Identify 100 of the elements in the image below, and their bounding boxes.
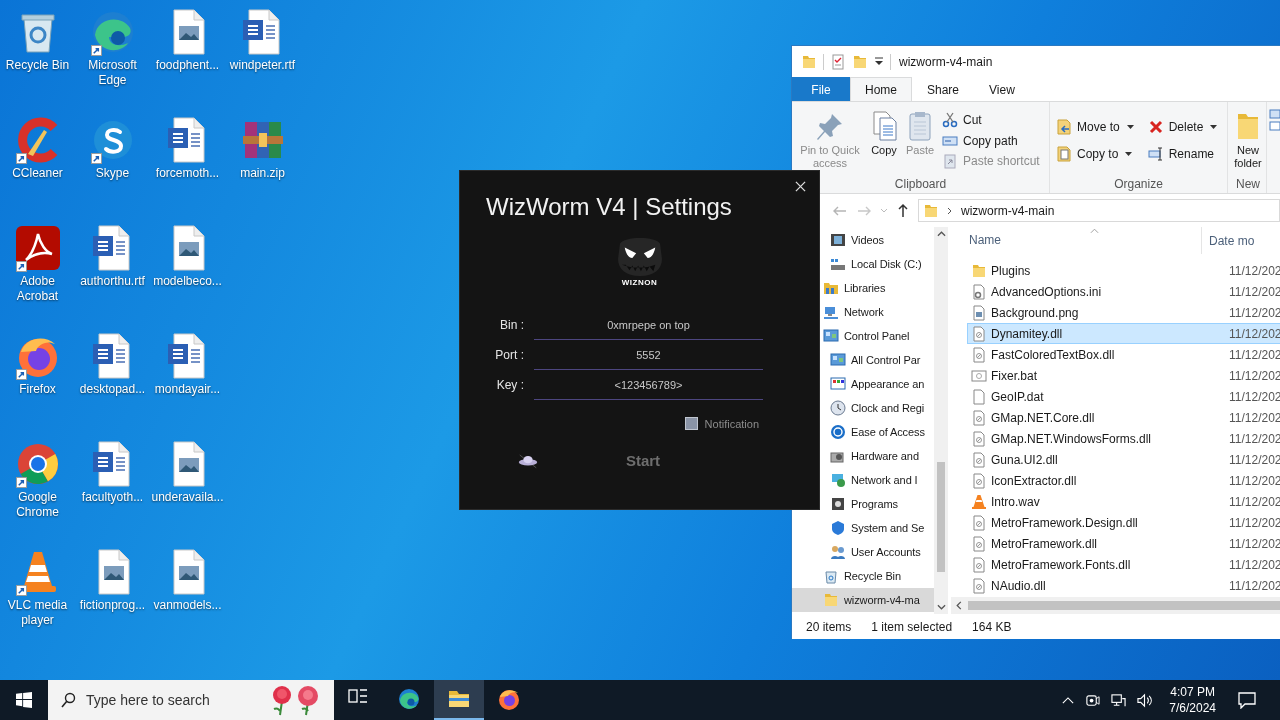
nav-item[interactable]: Control Panel: [792, 324, 934, 348]
scissors-button[interactable]: Cut: [940, 110, 1042, 129]
nav-item[interactable]: Network: [792, 300, 934, 324]
file-row[interactable]: NAudio.dll 11/12/202: [967, 575, 1280, 596]
file-row[interactable]: GMap.NET.WindowsForms.dll 11/12/202: [967, 428, 1280, 449]
folder-taskbar-button[interactable]: [434, 680, 484, 720]
ribbon-group-label: New: [1236, 176, 1260, 193]
notification-icon[interactable]: [1238, 691, 1256, 709]
nav-item[interactable]: Network and I: [792, 468, 934, 492]
desktop-icon-label: Microsoft Edge: [87, 58, 138, 88]
scroll-up-icon[interactable]: [936, 231, 946, 237]
file-row[interactable]: MetroFramework.Fonts.dll 11/12/202: [967, 554, 1280, 575]
trash-bin-icon: [823, 568, 839, 584]
field-label: Port :: [494, 347, 524, 364]
scrollbar-thumb[interactable]: [968, 601, 1280, 610]
file-row[interactable]: Dynamitey.dll 11/12/202: [967, 323, 1280, 344]
clock-time[interactable]: 4:07 PM: [1170, 684, 1215, 700]
move-button[interactable]: Move to: [1054, 117, 1136, 136]
nav-item[interactable]: Hardware and: [792, 444, 934, 468]
document-app-icon[interactable]: [13, 224, 62, 272]
rename-button[interactable]: Rename: [1145, 145, 1220, 164]
file-date: 11/12/202: [1228, 536, 1280, 551]
camera-icon[interactable]: [1085, 692, 1101, 708]
windows-logo-icon: [16, 692, 32, 708]
column-header[interactable]: Date mo: [1202, 233, 1255, 248]
address-bar[interactable]: wizworm-v4-main: [918, 199, 1280, 222]
text-field[interactable]: 0xmrpepe on top: [534, 310, 763, 340]
file-name: Plugins: [991, 263, 1031, 278]
shortcut-icon: [942, 153, 958, 170]
chevron-up-icon[interactable]: [1062, 696, 1075, 704]
dialog-title: WizWorm V4 | Settings: [486, 192, 732, 222]
nav-item[interactable]: Recycle Bin: [792, 564, 934, 588]
nav-item[interactable]: All Control Par: [792, 348, 934, 372]
new-folder-button[interactable]: New folder: [1230, 106, 1266, 175]
clock-date[interactable]: 7/6/2024: [1169, 700, 1216, 716]
copy-to-button[interactable]: Copy to: [1054, 145, 1136, 164]
file-row[interactable]: Fixer.bat 11/12/202: [967, 365, 1280, 386]
text-field[interactable]: 5552: [534, 340, 763, 370]
control-panel-icon: [823, 328, 839, 344]
ribbon-tab[interactable]: View: [974, 77, 1030, 101]
scrollbar[interactable]: [951, 597, 1280, 614]
close-icon[interactable]: [795, 181, 806, 192]
field-label: Key :: [495, 377, 524, 394]
search-field[interactable]: Type here to search: [86, 692, 258, 708]
file-name: FastColoredTextBox.dll: [991, 347, 1115, 362]
scrollbar[interactable]: [934, 227, 948, 614]
copy-button[interactable]: Copy: [866, 106, 902, 175]
start-button[interactable]: Start: [601, 448, 685, 472]
up-icon[interactable]: [896, 202, 910, 219]
file-row[interactable]: GMap.NET.Core.dll 11/12/202: [967, 407, 1280, 428]
accessibility-icon: [830, 424, 846, 440]
path-button[interactable]: Copy path: [940, 131, 1042, 150]
delete-button[interactable]: Delete: [1145, 117, 1220, 136]
nav-item[interactable]: Libraries: [792, 276, 934, 300]
nav-item[interactable]: Appearance an: [792, 372, 934, 396]
status-text: 20 items: [806, 619, 852, 634]
nav-item[interactable]: wizworm-v4-ma: [792, 588, 934, 612]
nav-item[interactable]: User Accounts: [792, 540, 934, 564]
window-title: wizworm-v4-main: [899, 54, 993, 69]
file-menu-tab[interactable]: File: [792, 77, 850, 101]
file-row[interactable]: Plugins 11/12/202: [967, 260, 1280, 281]
file-icon: [971, 388, 987, 405]
properties-icon[interactable]: [830, 53, 846, 70]
file-row[interactable]: GeoIP.dat 11/12/202: [967, 386, 1280, 407]
ribbon-tab[interactable]: Home: [850, 77, 912, 101]
file-row[interactable]: MetroFramework.Design.dll 11/12/202: [967, 512, 1280, 533]
file-row[interactable]: MetroFramework.dll 11/12/202: [967, 533, 1280, 554]
file-date: 11/12/202: [1228, 326, 1280, 341]
scroll-left-icon[interactable]: [956, 601, 962, 610]
nav-item[interactable]: Ease of Access: [792, 420, 934, 444]
file-date: 11/12/202: [1228, 557, 1280, 572]
volume-icon[interactable]: [1137, 692, 1153, 708]
nav-item[interactable]: Videos: [792, 228, 934, 252]
checkbox[interactable]: [684, 417, 698, 430]
column-header[interactable]: Name: [948, 227, 1202, 254]
file-row[interactable]: Intro.wav 11/12/202: [967, 491, 1280, 512]
file-name: Dynamitey.dll: [991, 326, 1063, 341]
network-icon[interactable]: [1111, 692, 1127, 708]
copy-to-icon: [1056, 146, 1072, 163]
swirl-app-icon: [397, 687, 421, 711]
file-row[interactable]: IconExtractor.dll 11/12/202: [967, 470, 1280, 491]
shield-icon: [830, 520, 846, 536]
file-row[interactable]: Background.png 11/12/202: [967, 302, 1280, 323]
nav-item[interactable]: Clock and Regi: [792, 396, 934, 420]
ribbon-group-label: Clipboard: [894, 176, 947, 193]
file-row[interactable]: AdvancedOptions.ini 11/12/202: [967, 281, 1280, 302]
desktop-icon-label: CCleaner: [12, 166, 63, 181]
file-row[interactable]: Guna.UI2.dll 11/12/202: [967, 449, 1280, 470]
ribbon-tab[interactable]: Share: [912, 77, 975, 101]
desktop-icon-label: forcemoth...: [155, 166, 220, 181]
file-row[interactable]: FastColoredTextBox.dll 11/12/202: [967, 344, 1280, 365]
nav-item[interactable]: Local Disk (C:): [792, 252, 934, 276]
text-field[interactable]: <123456789>: [534, 370, 763, 400]
nav-item[interactable]: Programs: [792, 492, 934, 516]
scrollbar-thumb[interactable]: [937, 462, 945, 572]
nav-item[interactable]: System and Se: [792, 516, 934, 540]
desktop-icon-label: vanmodels...: [153, 598, 222, 613]
dropdown-icon[interactable]: [874, 57, 884, 66]
scroll-down-icon[interactable]: [936, 604, 946, 610]
programs-icon: [830, 496, 846, 512]
